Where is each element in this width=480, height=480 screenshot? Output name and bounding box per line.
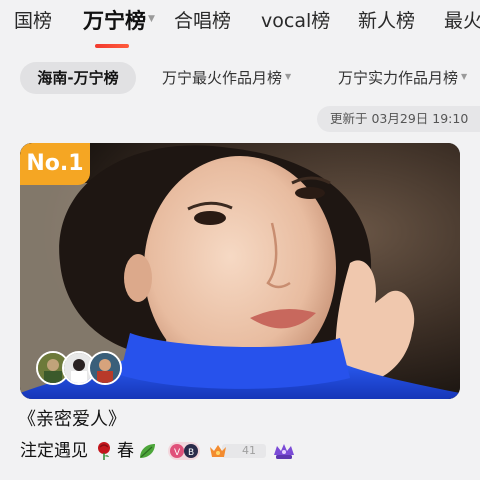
artist-row[interactable]: 注定遇见 春 V B 41 (20, 438, 480, 464)
rank-badge: No.1 (20, 143, 90, 185)
filter-hainan-wanning[interactable]: 海南-万宁榜 (20, 62, 136, 94)
listener-avatars[interactable] (36, 351, 122, 385)
filter-hottest-monthly-label: 万宁最火作品月榜 (162, 69, 283, 87)
vip-badge-text: B (188, 448, 194, 458)
chevron-down-icon: ▼ (285, 71, 292, 81)
chevron-down-icon: ▼ (461, 71, 468, 81)
tab-chorus[interactable]: 合唱榜 (174, 8, 231, 34)
chevron-down-icon: ▼ (148, 14, 155, 24)
tab-hottest[interactable]: 最火 (444, 8, 480, 34)
tab-wanning[interactable]: 万宁榜 ▼ (83, 8, 155, 35)
filter-hottest-monthly[interactable]: 万宁最火作品月榜 ▼ (162, 62, 291, 94)
artist-name[interactable]: 注定遇见 (20, 438, 88, 464)
level-number: 41 (242, 444, 256, 457)
avatar[interactable] (88, 351, 122, 385)
top-tab-bar: 国榜 万宁榜 ▼ 合唱榜 vocal榜 新人榜 最火 (0, 0, 480, 54)
top-song-card[interactable]: No.1 (20, 143, 460, 399)
tab-national[interactable]: 国榜 (14, 8, 52, 34)
level-badge-icon (210, 444, 266, 458)
artist-name-suffix: 春 (117, 441, 134, 461)
tab-wanning-label: 万宁榜 (83, 9, 146, 33)
vip-badge-icon: V B (168, 442, 200, 460)
song-title[interactable]: 《亲密爱人》 (18, 408, 126, 432)
crown-badge-icon (274, 444, 294, 459)
tab-newcomer[interactable]: 新人榜 (358, 8, 415, 34)
tab-vocal[interactable]: vocal榜 (261, 8, 330, 34)
vip-badge-text: V (174, 448, 181, 458)
filter-strength-monthly[interactable]: 万宁实力作品月榜 ▼ (338, 62, 467, 94)
active-tab-indicator (95, 44, 129, 48)
leaf-icon (140, 444, 155, 458)
sub-filter-bar: 海南-万宁榜 万宁最火作品月榜 ▼ 万宁实力作品月榜 ▼ (0, 62, 480, 94)
update-timestamp: 更新于 03月29日 19:10 (317, 106, 480, 132)
rose-icon (98, 442, 110, 460)
filter-strength-monthly-label: 万宁实力作品月榜 (338, 69, 459, 87)
